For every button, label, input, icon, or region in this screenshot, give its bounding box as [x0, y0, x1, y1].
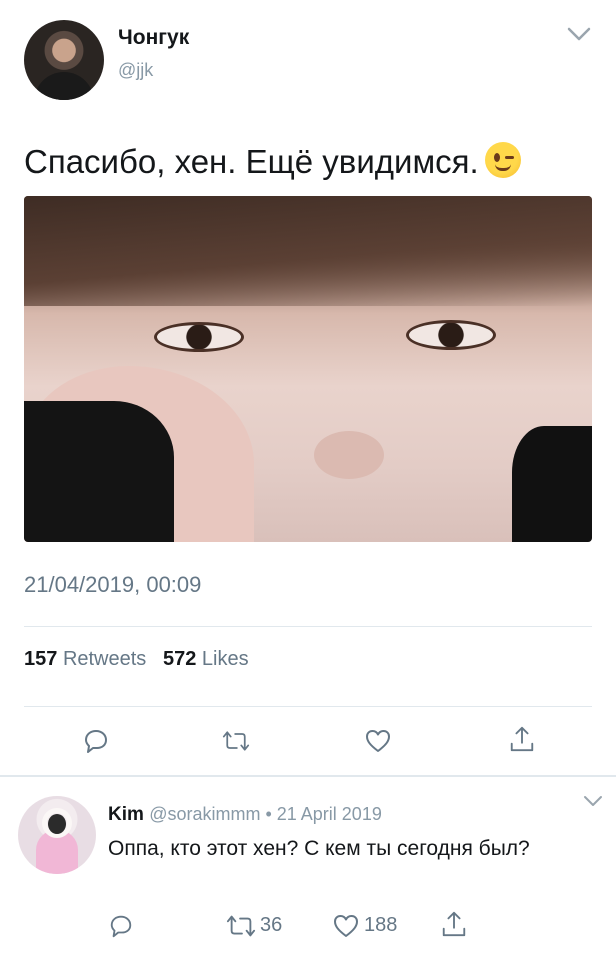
retweets-count[interactable]: 157 [24, 648, 57, 670]
reply-icon[interactable] [82, 727, 110, 755]
retweet-icon[interactable] [222, 727, 250, 755]
divider [24, 626, 592, 627]
retweets-label[interactable]: Retweets [63, 648, 146, 670]
share-icon[interactable] [508, 725, 536, 753]
divider [24, 706, 592, 707]
share-icon[interactable] [440, 910, 468, 938]
chevron-down-icon[interactable] [566, 24, 592, 44]
author-handle[interactable]: @jjk [118, 60, 153, 81]
tweet-text: Спасибо, хен. Ещё увидимся. [24, 142, 521, 181]
reply-text: Оппа, кто этот хен? С кем ты сегодня был… [108, 837, 530, 860]
wink-emoji [484, 142, 521, 178]
tweet-photo[interactable] [24, 196, 592, 542]
tweet-stats: 157 Retweets 572 Likes [24, 648, 249, 671]
chevron-down-icon[interactable] [582, 794, 604, 808]
likes-count[interactable]: 572 [163, 648, 196, 670]
reply-author-name[interactable]: Kim [108, 804, 144, 825]
likes-label[interactable]: Likes [202, 648, 249, 670]
heart-icon[interactable] [364, 727, 392, 755]
reply-header: Kim @sorakimmm • 21 April 2019 [108, 804, 382, 826]
tweet-text-content: Спасибо, хен. Ещё увидимся. [24, 143, 479, 180]
reply-retweet-count: 36 [260, 914, 283, 936]
reply-meta: @sorakimmm • 21 April 2019 [149, 804, 382, 824]
section-divider [0, 775, 616, 777]
author-name[interactable]: Чонгук [118, 26, 189, 50]
reply-icon[interactable] [108, 912, 134, 940]
retweet-icon[interactable] [226, 912, 256, 940]
author-avatar[interactable] [24, 20, 104, 100]
heart-icon[interactable] [332, 912, 360, 940]
tweet-timestamp: 21/04/2019, 00:09 [24, 572, 202, 597]
reply-like-count: 188 [364, 914, 398, 936]
reply-author-avatar[interactable] [18, 796, 96, 874]
